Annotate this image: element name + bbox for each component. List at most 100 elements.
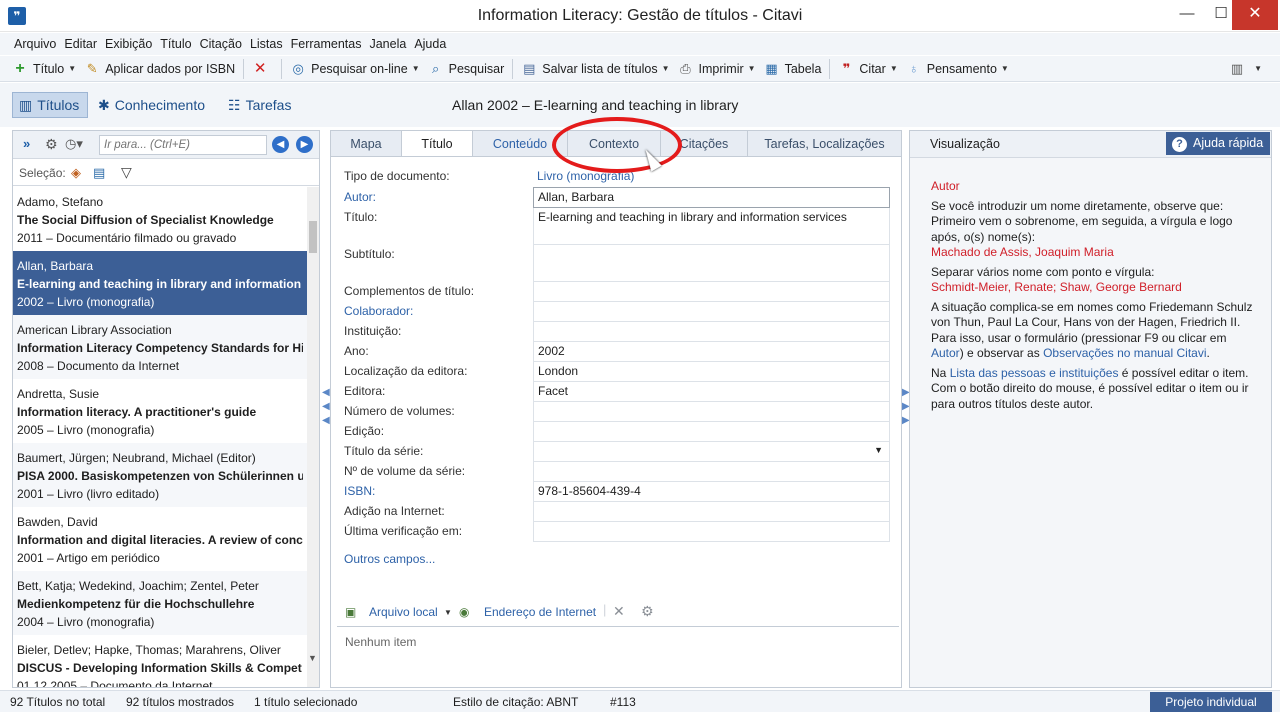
search-online-button[interactable]: ◎ Pesquisar on-line ▼ [286, 57, 424, 81]
print-button[interactable]: ⎙ Imprimir ▼ [674, 57, 760, 81]
help-paragraph: Se você introduzir um nome diretamente, … [931, 198, 1233, 244]
titles-scrollbar-thumb[interactable] [309, 221, 317, 253]
mode-tarefas-label: Tarefas [245, 97, 292, 113]
more-fields-link[interactable]: Outros campos... [344, 552, 435, 566]
selection-tag-icon[interactable]: ◈ [71, 165, 81, 181]
list-item[interactable]: Adamo, Stefano The Social Diffusion of S… [13, 187, 307, 251]
series-title-field[interactable]: ▼ [533, 442, 890, 462]
menu-listas[interactable]: Listas [246, 34, 287, 54]
add-url-icon[interactable]: ◉ [459, 605, 469, 619]
minimize-button[interactable]: — [1170, 0, 1204, 30]
menu-titulo[interactable]: Título [156, 34, 195, 54]
list-item[interactable]: American Library Association Information… [13, 315, 307, 379]
thought-button[interactable]: ♁ Pensamento ▼ [902, 57, 1013, 81]
table-button[interactable]: ▦ Tabela [760, 57, 826, 81]
chevron-down-icon[interactable]: ▼ [748, 64, 756, 73]
menu-janela[interactable]: Janela [365, 34, 410, 54]
status-shown: 92 títulos mostrados [126, 695, 235, 709]
save-list-button[interactable]: ▤ Salvar lista de títulos ▼ [517, 57, 673, 81]
help-manual-link[interactable]: Observações no manual Citavi [1043, 346, 1206, 360]
author-field[interactable]: Allan, Barbara [533, 187, 890, 208]
selection-list-icon[interactable]: ▤ [93, 165, 105, 181]
list-item[interactable]: Bett, Katja; Wedekind, Joachim; Zentel, … [13, 571, 307, 635]
help-example: Machado de Assis, Joaquim Maria [931, 245, 1114, 259]
new-title-button[interactable]: + Título ▼ [8, 57, 80, 81]
internet-addition-field[interactable] [533, 502, 890, 522]
chevron-down-icon[interactable]: ▼ [662, 64, 670, 73]
close-button[interactable]: ✕ [1232, 0, 1278, 30]
isbn-label-link[interactable]: ISBN: [344, 484, 375, 498]
scroll-down-icon[interactable]: ▼ [308, 653, 317, 663]
menu-exibicao[interactable]: Exibição [101, 34, 156, 54]
titles-scrollbar[interactable] [307, 187, 319, 687]
isbn-button[interactable]: ✎ Aplicar dados por ISBN [80, 57, 239, 81]
publisher-field[interactable]: Facet [533, 382, 890, 402]
year-field[interactable]: 2002 [533, 342, 890, 362]
quick-help-button[interactable]: ? Ajuda rápida [1166, 132, 1270, 155]
last-checked-field[interactable] [533, 522, 890, 542]
list-item[interactable]: Bieler, Detlev; Hapke, Thomas; Marahrens… [13, 635, 307, 687]
splitter-right-handle[interactable]: ▶ ▶ ▶ [902, 386, 910, 430]
chevron-down-icon[interactable]: ▼ [444, 608, 452, 617]
tab-mapa[interactable]: Mapa [330, 130, 402, 157]
isbn-field[interactable]: 978-1-85604-439-4 [533, 482, 890, 502]
list-item[interactable]: Baumert, Jürgen; Neubrand, Michael (Edit… [13, 443, 307, 507]
help-persons-link[interactable]: Lista das pessoas e instituições [950, 366, 1119, 380]
publisher-location-field[interactable]: London [533, 362, 890, 382]
attachments-list: Nenhum item [337, 626, 899, 686]
chevron-down-icon[interactable]: ▼ [874, 445, 883, 455]
menu-arquivo[interactable]: Arquivo [10, 34, 60, 54]
chevron-down-icon[interactable]: ▼ [1001, 64, 1009, 73]
goto-input[interactable] [99, 135, 267, 155]
list-item[interactable]: Bawden, David Information and digital li… [13, 507, 307, 571]
x-icon[interactable]: ✕ [613, 603, 625, 620]
selection-bar: Seleção: ◈ ▤ ▽ [13, 160, 319, 186]
list-item[interactable]: Andretta, Susie Information literacy. A … [13, 379, 307, 443]
delete-button[interactable]: ✕ [248, 57, 277, 81]
subtitle-field[interactable] [533, 245, 890, 282]
arrow-right-icon[interactable]: ▶ [296, 136, 313, 153]
series-volume-field[interactable] [533, 462, 890, 482]
institution-field[interactable] [533, 322, 890, 342]
search-button[interactable]: ⌕ Pesquisar [424, 57, 509, 81]
mode-tarefas-button[interactable]: ☷ Tarefas [222, 92, 300, 118]
menu-ferramentas[interactable]: Ferramentas [287, 34, 366, 54]
volumes-field[interactable] [533, 402, 890, 422]
add-local-file-icon[interactable]: ▣ [345, 605, 356, 619]
cite-button[interactable]: ❞ Citar ▼ [834, 57, 901, 81]
collaborator-label-link[interactable]: Colaborador: [344, 304, 413, 318]
tab-titulo[interactable]: Título [401, 130, 473, 157]
collaborator-field[interactable] [533, 302, 890, 322]
chevron-down-icon[interactable]: ▼ [890, 64, 898, 73]
layout-button[interactable]: ▥ ▼ [1225, 57, 1266, 81]
thought-label: Pensamento [926, 61, 997, 76]
local-file-button[interactable]: Arquivo local [369, 605, 438, 619]
title-supplement-field[interactable] [533, 282, 890, 302]
wand-icon: ✎ [86, 60, 98, 76]
title-meta: 2001 – Artigo em periódico [17, 551, 160, 565]
menu-citacao[interactable]: Citação [196, 34, 246, 54]
help-author-link[interactable]: Autor [931, 346, 960, 360]
menu-editar[interactable]: Editar [60, 34, 101, 54]
gear-icon[interactable]: ⚙ [641, 603, 654, 620]
edition-field[interactable] [533, 422, 890, 442]
chevron-down-icon[interactable]: ▼ [412, 64, 420, 73]
mode-titulos-button[interactable]: ▥ Títulos [12, 92, 88, 118]
filter-icon[interactable]: ▽ [121, 164, 132, 181]
menu-ajuda[interactable]: Ajuda [410, 34, 450, 54]
history-icon[interactable]: ◷▾ [65, 136, 83, 152]
help-text: Na [931, 365, 947, 380]
internet-address-button[interactable]: Endereço de Internet [484, 605, 596, 619]
list-item-selected[interactable]: Allan, Barbara E-learning and teaching i… [13, 251, 307, 315]
chevron-down-icon[interactable]: ▼ [68, 64, 76, 73]
arrow-left-icon[interactable]: ◀ [272, 136, 289, 153]
gear-icon[interactable]: ⚙ [45, 136, 58, 153]
author-label-link[interactable]: Autor: [344, 190, 376, 204]
chevron-down-icon: ▼ [1254, 64, 1262, 73]
citavi-app-icon[interactable]: ❞ [8, 7, 26, 25]
mode-conhecimento-button[interactable]: ✱ Conhecimento [92, 92, 218, 118]
title-field[interactable]: E-learning and teaching in library and i… [533, 208, 890, 245]
splitter-left-handle[interactable]: ◀ ◀ ◀ [322, 386, 330, 430]
tab-tarefas-localizacoes[interactable]: Tarefas, Localizações [747, 130, 902, 157]
expand-icon[interactable]: » [23, 136, 30, 151]
